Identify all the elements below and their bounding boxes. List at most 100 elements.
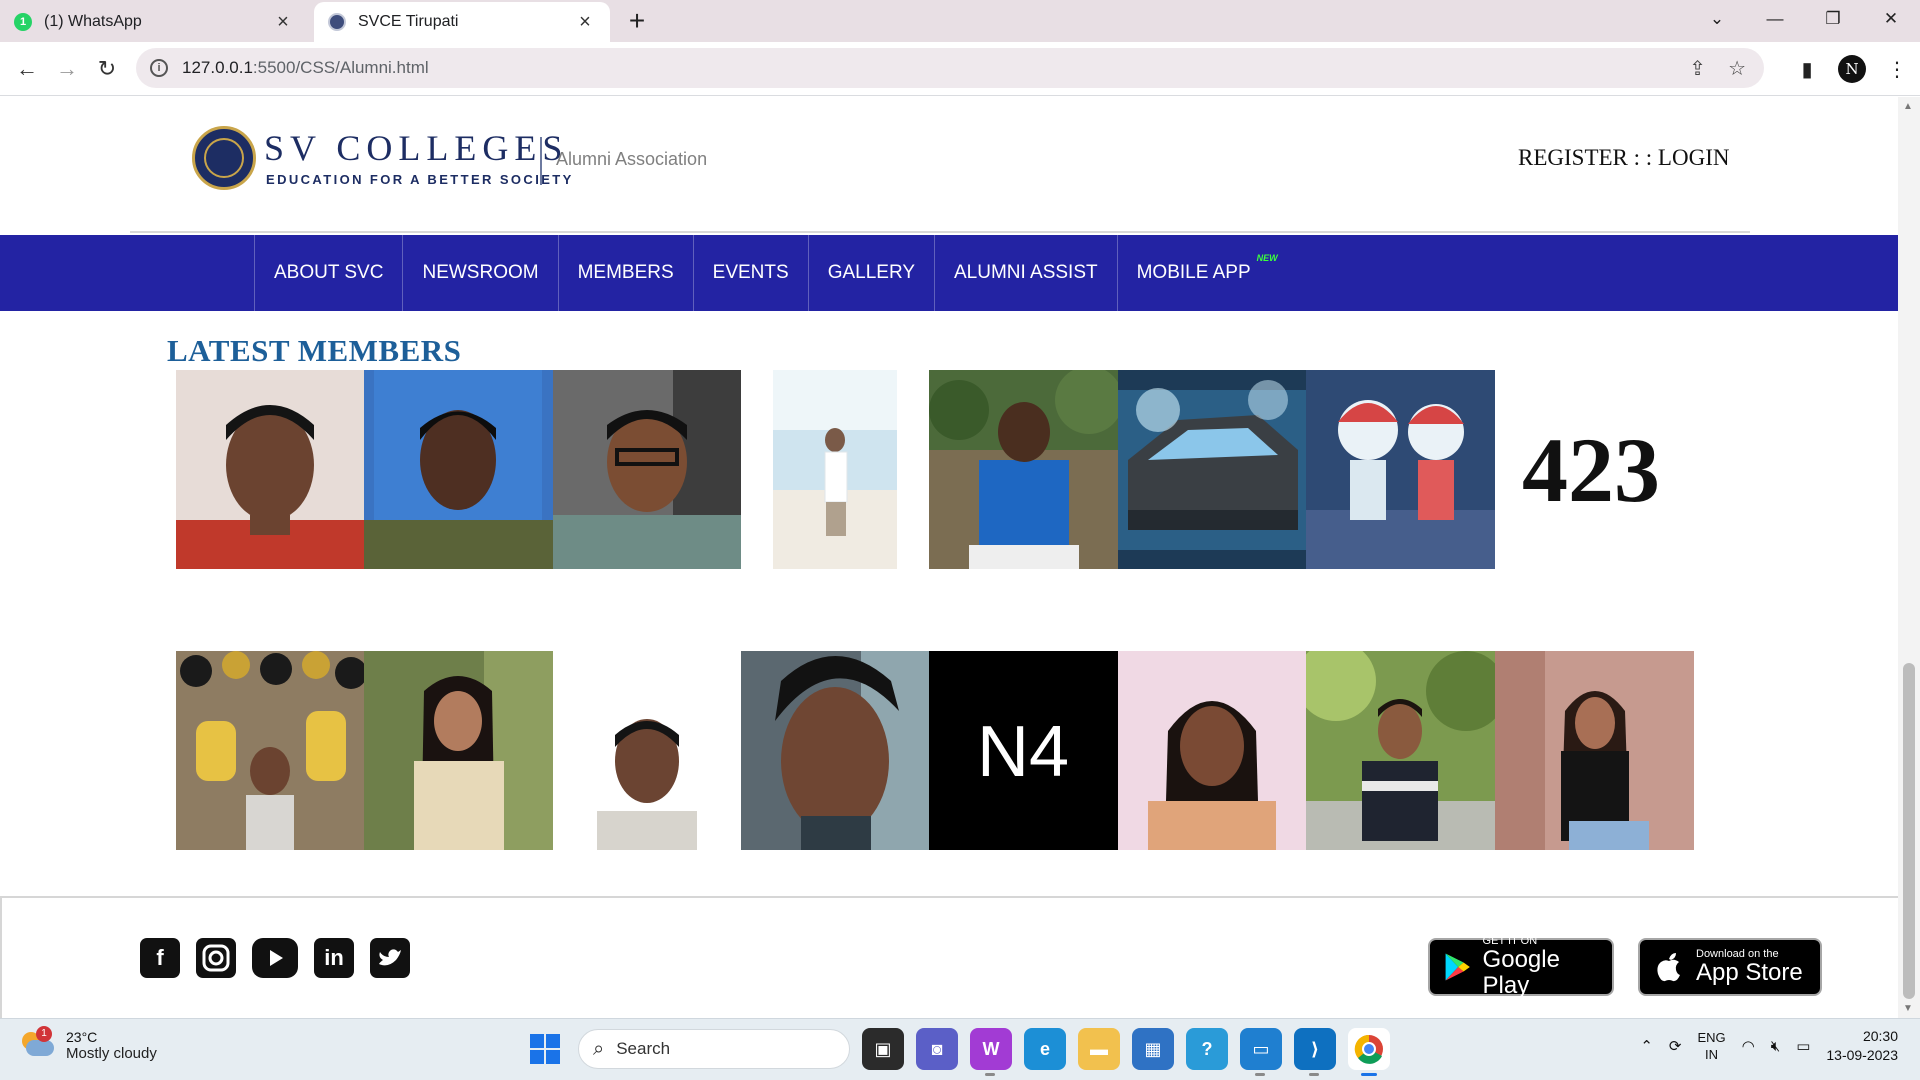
vscode-icon[interactable]: ⟩ xyxy=(1294,1028,1336,1076)
member-photo[interactable] xyxy=(1118,370,1306,569)
address-bar[interactable]: i 127.0.0.1:5500/CSS/Alumni.html ⇪ ☆ xyxy=(136,48,1764,88)
site-info-icon[interactable]: i xyxy=(150,59,168,77)
reload-button[interactable]: ↻ xyxy=(90,52,124,86)
nav-newsroom[interactable]: NEWSROOM xyxy=(402,235,557,311)
youtube-icon[interactable] xyxy=(252,938,298,978)
new-badge: NEW xyxy=(1256,253,1278,263)
logo-tagline: EDUCATION FOR A BETTER SOCIETY xyxy=(266,172,574,187)
site-footer: f in GET IT ON Google Play Download on t… xyxy=(0,896,1898,1018)
taskbar-clock[interactable]: 20:30 13-09-2023 xyxy=(1826,1027,1898,1065)
alumni-association-label: Alumni Association xyxy=(556,149,708,169)
linkedin-icon[interactable]: in xyxy=(314,938,354,978)
page-scrollbar[interactable]: ▲ ▼ xyxy=(1898,97,1920,1018)
register-login-link[interactable]: REGISTER : : LOGIN xyxy=(1518,145,1729,171)
volume-muted-icon[interactable]: 🔇︎ xyxy=(1771,1038,1780,1055)
side-panel-icon[interactable]: ▮ xyxy=(1794,52,1820,86)
member-photo[interactable]: N4 xyxy=(929,651,1118,850)
social-links: f in xyxy=(140,938,410,978)
tab-title: (1) WhatsApp xyxy=(44,13,142,30)
show-hidden-icons-chevron-icon[interactable]: ⌃ xyxy=(1640,1037,1653,1055)
battery-icon[interactable]: ▭ xyxy=(1796,1037,1810,1055)
latest-members-title: LATEST MEMBERS xyxy=(167,333,462,368)
member-photo[interactable] xyxy=(553,370,741,569)
browser-tab-strip: 1 (1) WhatsApp × SVCE Tirupati × + ⌄ — ❐… xyxy=(0,0,1920,42)
close-tab-icon[interactable]: × xyxy=(574,11,596,33)
nav-members[interactable]: MEMBERS xyxy=(557,235,693,311)
taskbar-search-input[interactable]: ⌕ Search xyxy=(578,1029,850,1069)
nav-mobile-app-label: MOBILE APP xyxy=(1136,262,1251,283)
wifi-icon[interactable]: ◠ xyxy=(1742,1037,1755,1055)
instagram-icon[interactable] xyxy=(196,938,236,978)
profile-avatar[interactable]: N xyxy=(1838,55,1866,83)
svce-favicon xyxy=(328,13,346,31)
windows-taskbar: 1 23°C Mostly cloudy ⌕ Search ▣ ◙ W e ▬ … xyxy=(0,1018,1920,1080)
main-nav: ABOUT SVC NEWSROOM MEMBERS EVENTS GALLER… xyxy=(0,235,1898,311)
member-photo[interactable] xyxy=(176,651,364,850)
member-photo[interactable] xyxy=(176,370,364,569)
member-photo[interactable] xyxy=(1306,651,1495,850)
weather-widget[interactable]: 1 23°C Mostly cloudy xyxy=(20,1025,157,1062)
member-photo[interactable] xyxy=(364,651,553,850)
sync-icon[interactable]: ⟳ xyxy=(1669,1037,1682,1055)
page-viewport: SV COLLEGES EDUCATION FOR A BETTER SOCIE… xyxy=(0,97,1898,1018)
taskbar-apps: ⌕ Search ▣ ◙ W e ▬ ▦ ? ▭ ⟩ xyxy=(524,1028,1390,1076)
nav-alumni-assist[interactable]: ALUMNI ASSIST xyxy=(934,235,1117,311)
twitter-icon[interactable] xyxy=(370,938,410,978)
weather-temperature: 23°C xyxy=(66,1029,98,1045)
browser-toolbar: ← → ↻ i 127.0.0.1:5500/CSS/Alumni.html ⇪… xyxy=(0,42,1920,96)
logo-name: SV COLLEGES xyxy=(264,128,569,168)
system-tray: ⌃ ⟳ ENG IN ◠ 🔇︎ ▭ 20:30 13-09-2023 xyxy=(1640,1027,1898,1065)
window-controls: ⌄ — ❐ ✕ xyxy=(1688,0,1920,38)
member-photo[interactable] xyxy=(929,370,1118,569)
clock-date: 13-09-2023 xyxy=(1826,1047,1898,1063)
new-tab-button[interactable]: + xyxy=(622,6,652,36)
edge-browser-icon[interactable]: e xyxy=(1024,1028,1066,1070)
member-photo[interactable] xyxy=(1495,651,1694,850)
restore-button[interactable]: ❐ xyxy=(1804,0,1862,38)
facebook-icon[interactable]: f xyxy=(140,938,180,978)
share-icon[interactable]: ⇪ xyxy=(1689,56,1706,81)
tab-whatsapp[interactable]: 1 (1) WhatsApp × xyxy=(0,2,308,42)
microsoft-store-icon[interactable]: ▦ xyxy=(1132,1028,1174,1070)
file-explorer-icon[interactable]: ▬ xyxy=(1078,1028,1120,1070)
member-tile-number-text: 423 xyxy=(1522,419,1660,521)
scroll-down-arrow-icon[interactable]: ▼ xyxy=(1903,1003,1913,1014)
clock-time: 20:30 xyxy=(1862,1028,1898,1044)
chrome-icon[interactable] xyxy=(1348,1028,1390,1076)
google-play-badge[interactable]: GET IT ON Google Play xyxy=(1428,935,1614,999)
college-seal-icon xyxy=(192,126,256,190)
scroll-up-arrow-icon[interactable]: ▲ xyxy=(1903,101,1913,112)
nav-about-svc[interactable]: ABOUT SVC xyxy=(254,235,402,311)
member-photo[interactable] xyxy=(553,651,741,850)
member-photo[interactable] xyxy=(1118,651,1306,850)
member-photo[interactable] xyxy=(1306,370,1495,569)
language-indicator[interactable]: ENG IN xyxy=(1697,1029,1725,1063)
member-photo[interactable] xyxy=(741,651,929,850)
member-photo[interactable] xyxy=(364,370,553,569)
menu-kebab-icon[interactable]: ⋮ xyxy=(1884,52,1910,86)
nav-mobile-app[interactable]: MOBILE APP NEW xyxy=(1116,235,1278,311)
nav-gallery[interactable]: GALLERY xyxy=(807,235,934,311)
close-window-button[interactable]: ✕ xyxy=(1862,0,1920,38)
app-store-badge[interactable]: Download on the App Store xyxy=(1638,938,1822,996)
tab-search-chevron-icon[interactable]: ⌄ xyxy=(1688,0,1746,38)
wondershare-icon[interactable]: W xyxy=(970,1028,1012,1076)
chat-icon[interactable]: ◙ xyxy=(916,1028,958,1070)
scrollbar-thumb[interactable] xyxy=(1903,663,1915,999)
weather-notification-badge: 1 xyxy=(36,1025,52,1042)
search-placeholder: Search xyxy=(616,1039,671,1058)
tab-title: SVCE Tirupati xyxy=(358,13,459,30)
nav-events[interactable]: EVENTS xyxy=(692,235,808,311)
windows-start-icon[interactable] xyxy=(524,1028,566,1070)
remote-desktop-icon[interactable]: ▭ xyxy=(1240,1028,1282,1076)
whatsapp-icon: 1 xyxy=(14,13,32,31)
minimize-button[interactable]: — xyxy=(1746,0,1804,38)
member-photo[interactable] xyxy=(741,370,929,569)
close-tab-icon[interactable]: × xyxy=(272,11,294,33)
forward-button[interactable]: → xyxy=(50,52,84,86)
tab-svce-tirupati[interactable]: SVCE Tirupati × xyxy=(314,2,610,42)
back-button[interactable]: ← xyxy=(10,52,44,86)
task-view-icon[interactable]: ▣ xyxy=(862,1028,904,1070)
bookmark-star-icon[interactable]: ☆ xyxy=(1728,56,1746,81)
tips-icon[interactable]: ? xyxy=(1186,1028,1228,1070)
